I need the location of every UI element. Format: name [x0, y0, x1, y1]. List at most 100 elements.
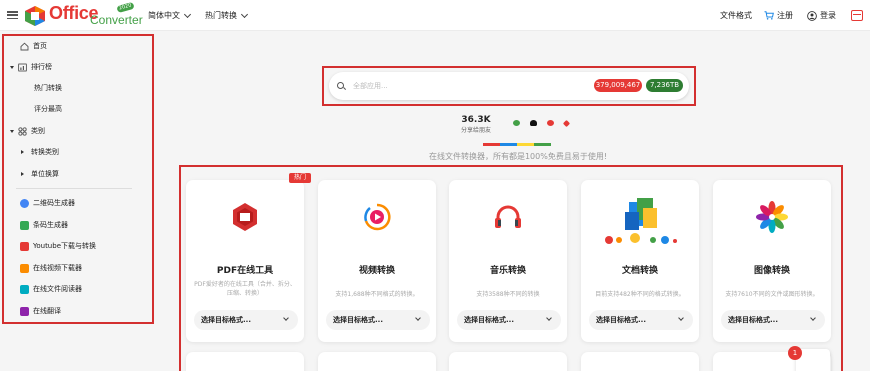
- sidebar-item-label: 首页: [33, 42, 47, 50]
- card-title: 文档转换: [621, 266, 658, 276]
- tool-card[interactable]: [449, 352, 567, 371]
- share-more-icon[interactable]: [562, 119, 571, 128]
- sidebar-item-label: 排行榜: [31, 63, 52, 71]
- nav-language[interactable]: 简体中文: [148, 10, 192, 21]
- sidebar-item-label: 在线翻译: [33, 307, 61, 315]
- file-formats-link[interactable]: 文件格式: [720, 10, 752, 21]
- weibo-icon[interactable]: [547, 120, 554, 126]
- tool-card-audio[interactable]: 音乐转换 支持3588种不同的转换 选择目标格式...: [449, 180, 567, 342]
- card-description: 支持1,688种不同格式的转换。: [335, 291, 419, 298]
- nav-language-label: 简体中文: [148, 11, 180, 20]
- sidebar-item-unit-conversion[interactable]: 单位换算: [21, 167, 59, 181]
- sidebar: 首页 排行榜 热门转换 评分最高 类别 转换类别 单位换算 二维码生成器 条码生…: [2, 34, 154, 324]
- top-bar: Office Converter 2020 简体中文 热门转换 文件格式 注册 …: [0, 0, 870, 31]
- youtube-icon: [20, 241, 29, 251]
- pdf-icon: [233, 203, 257, 231]
- login-label: 登录: [820, 11, 836, 20]
- select-label: 选择目标格式...: [333, 316, 383, 324]
- sidebar-item-file-reader[interactable]: 在线文件阅读器: [20, 282, 82, 296]
- card-description: 支持3588种不同的转换: [476, 291, 540, 298]
- share-count: 36.3K: [461, 115, 491, 125]
- logo-subtext[interactable]: Converter: [90, 13, 143, 27]
- tagline: 在线文件转换器，所有都是100%免费且易于使用!: [428, 152, 608, 161]
- image-flower-icon: [756, 201, 788, 233]
- target-format-select[interactable]: 选择目标格式...: [457, 310, 561, 330]
- sidebar-item-label: 条码生成器: [33, 221, 68, 229]
- cart-icon: [764, 11, 774, 20]
- sidebar-item-hot-conversion[interactable]: 热门转换: [34, 81, 62, 95]
- caret-down-icon: [10, 65, 14, 69]
- search-icon[interactable]: [337, 82, 344, 89]
- ranking-icon: [18, 63, 27, 71]
- wechat-icon[interactable]: [513, 120, 520, 126]
- hot-badge: 热门: [289, 173, 311, 183]
- sidebar-item-qr[interactable]: 二维码生成器: [20, 196, 75, 210]
- qq-icon[interactable]: [530, 120, 537, 126]
- target-format-select[interactable]: 选择目标格式...: [326, 310, 430, 330]
- tool-card[interactable]: [581, 352, 699, 371]
- sidebar-divider: [16, 188, 132, 189]
- chevron-down-icon: [546, 315, 552, 321]
- logo-icon[interactable]: [24, 5, 46, 27]
- tool-card[interactable]: [186, 352, 304, 371]
- inbox-icon[interactable]: [851, 10, 863, 21]
- select-label: 选择目标格式...: [596, 316, 646, 324]
- nav-hot-conversion[interactable]: 热门转换: [205, 10, 249, 21]
- caret-down-icon: [10, 129, 14, 133]
- chevron-down-icon: [678, 315, 684, 321]
- sidebar-item-label: Youtube下载与转换: [33, 242, 96, 250]
- card-description: 支持7610不同的文件或图形转换。: [725, 291, 819, 298]
- headphones-icon: [495, 205, 521, 228]
- sidebar-item-label: 转换类别: [31, 148, 59, 156]
- qr-icon: [20, 198, 29, 208]
- search-input[interactable]: [353, 79, 583, 93]
- sidebar-item-label: 热门转换: [34, 84, 62, 92]
- sidebar-item-label: 二维码生成器: [33, 199, 75, 207]
- sidebar-item-home[interactable]: 首页: [20, 39, 47, 53]
- tool-card[interactable]: [318, 352, 436, 371]
- card-title: 视频转换: [358, 266, 395, 276]
- home-icon: [20, 42, 29, 50]
- file-reader-icon: [20, 284, 29, 294]
- register-link[interactable]: 注册: [764, 10, 793, 21]
- caret-right-icon: [21, 150, 24, 154]
- menu-icon[interactable]: [7, 11, 18, 19]
- user-icon: [807, 10, 817, 21]
- sidebar-item-label: 在线文件阅读器: [33, 285, 82, 293]
- register-label: 注册: [777, 11, 793, 20]
- notification-badge: 1: [788, 346, 802, 360]
- tool-card-video[interactable]: 视频转换 支持1,688种不同格式的转换。 选择目标格式...: [318, 180, 436, 342]
- sidebar-item-ranking[interactable]: 排行榜: [10, 60, 52, 74]
- target-format-select[interactable]: 选择目标格式...: [589, 310, 693, 330]
- login-link[interactable]: 登录: [807, 10, 836, 21]
- tool-card-pdf[interactable]: PDF在线工具 PDF爱好者的在线工具（合并、拆分、压缩、转换） 选择目标格式.…: [186, 180, 304, 342]
- logo-badge: 2020: [116, 1, 135, 14]
- target-format-select[interactable]: 选择目标格式...: [194, 310, 298, 330]
- data-size-badge: 7,236TB: [646, 79, 683, 92]
- sidebar-item-conversion-category[interactable]: 转换类别: [21, 145, 59, 159]
- sidebar-item-translate[interactable]: 在线翻译: [20, 304, 61, 318]
- share-label: 分享给朋友: [460, 127, 491, 134]
- sidebar-item-video-downloader[interactable]: 在线视频下载器: [20, 261, 82, 275]
- sidebar-item-top-rated[interactable]: 评分最高: [34, 102, 62, 116]
- documents-icon: [605, 198, 677, 244]
- chevron-down-icon: [240, 10, 249, 18]
- select-label: 选择目标格式...: [464, 316, 514, 324]
- sidebar-item-label: 类别: [31, 127, 45, 135]
- tool-card-document[interactable]: 文档转换 目前支持482种不同的格式转换。 选择目标格式...: [581, 180, 699, 342]
- select-label: 选择目标格式...: [201, 316, 251, 324]
- tool-card-image[interactable]: 图像转换 支持7610不同的文件或图形转换。 选择目标格式...: [713, 180, 831, 342]
- target-format-select[interactable]: 选择目标格式...: [721, 310, 825, 330]
- sidebar-item-label: 在线视频下载器: [33, 264, 82, 272]
- card-description: 目前支持482种不同的格式转换。: [595, 291, 685, 298]
- barcode-icon: [20, 220, 29, 230]
- sidebar-item-label: 单位换算: [31, 170, 59, 178]
- translate-icon: [20, 306, 29, 316]
- card-title: 图像转换: [753, 266, 790, 276]
- sidebar-item-categories[interactable]: 类别: [10, 124, 45, 138]
- chevron-down-icon: [283, 315, 289, 321]
- color-strip: [483, 143, 551, 146]
- sidebar-item-barcode[interactable]: 条码生成器: [20, 218, 68, 232]
- categories-icon: [18, 126, 27, 136]
- sidebar-item-youtube[interactable]: Youtube下载与转换: [20, 239, 96, 253]
